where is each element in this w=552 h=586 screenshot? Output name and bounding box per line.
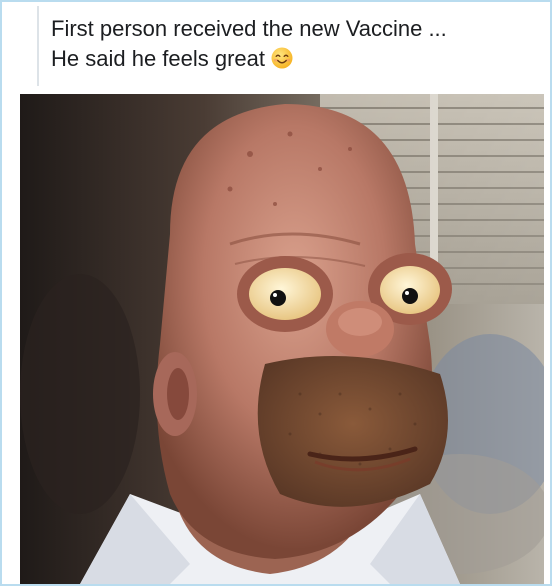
- caption-line-2-wrap: He said he feels great: [51, 44, 541, 74]
- post-card: First person received the new Vaccine ..…: [0, 0, 552, 586]
- caption-line-2: He said he feels great: [51, 46, 266, 71]
- post-photo[interactable]: [20, 94, 544, 584]
- photo-illustration: [20, 94, 544, 584]
- post-caption: First person received the new Vaccine ..…: [51, 14, 541, 74]
- divider: [37, 6, 39, 86]
- smiling-face-emoji-icon: [271, 47, 293, 69]
- caption-line-1: First person received the new Vaccine ..…: [51, 16, 447, 41]
